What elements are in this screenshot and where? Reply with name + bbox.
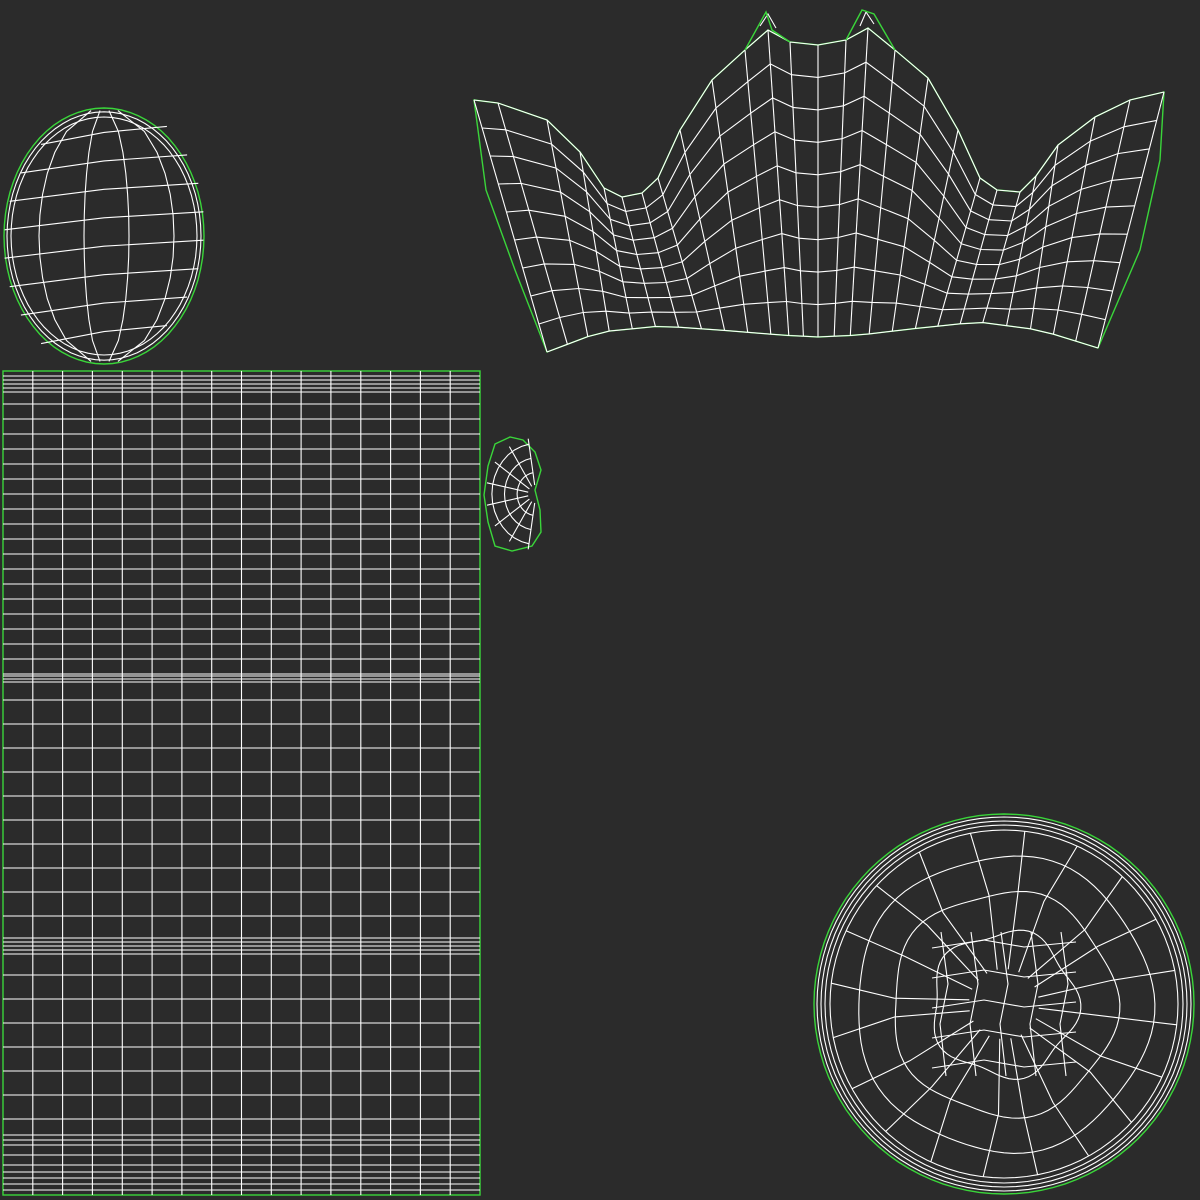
- canvas-background: [0, 0, 1200, 1200]
- uv-layout-canvas: [0, 0, 1200, 1200]
